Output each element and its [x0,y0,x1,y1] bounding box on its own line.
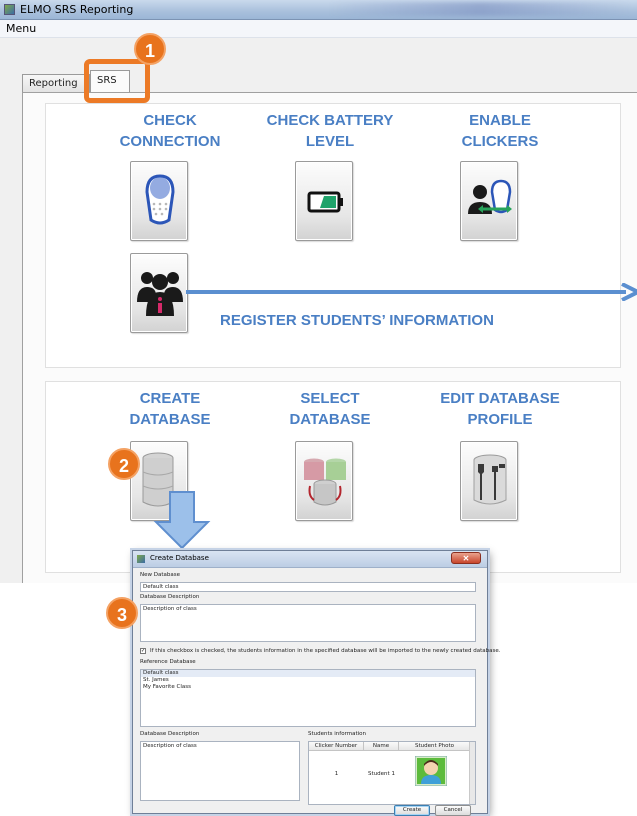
select-database-label: SELECT DATABASE [289,390,371,428]
menubar: Menu [0,20,637,38]
edit-profile-label: EDIT DATABASE PROFILE [440,390,560,428]
database-description-label: Database Description [140,594,200,600]
check-connection-button[interactable] [130,161,188,241]
database-description-field[interactable]: Description of class [140,604,476,642]
cell-clicker-number: 1 [334,771,339,777]
check-battery-button[interactable] [295,161,353,241]
reference-database-item[interactable]: Default class [141,670,475,677]
step-1-highlight [84,59,150,103]
enable-clickers-button[interactable] [460,161,518,241]
reference-database-list[interactable]: Default class St. James My Favorite Clas… [140,669,476,727]
titlebar-blur [330,2,630,16]
import-checkbox[interactable]: ✓ [140,648,146,654]
battery-icon [307,191,343,213]
dialog-app-icon [137,555,145,563]
col-name[interactable]: Name [364,742,399,751]
reference-database-label: Reference Database [140,659,196,665]
register-students-label: REGISTER STUDENTS’ INFORMATION [220,312,494,329]
reference-database-item[interactable]: My Favorite Class [141,684,475,691]
down-arrow-icon [153,491,211,550]
students-icon [137,272,183,316]
col-student-photo[interactable]: Student Photo [399,742,471,751]
tools-icon [473,454,507,505]
check-battery-label: CHECK BATTERY LEVEL [266,112,394,150]
menu-button[interactable]: Menu [6,22,36,35]
register-arrow-icon [186,283,637,301]
enable-clickers-icon [468,179,512,214]
app-icon [4,4,15,15]
create-button[interactable]: Create [394,805,430,816]
step-2-badge: 2 [108,448,140,480]
cell-student-name: Student 1 [368,771,395,777]
edit-profile-button[interactable] [460,441,518,521]
tab-reporting[interactable]: Reporting [22,74,90,92]
step-3-badge: 3 [106,597,138,629]
students-table-scrollbar[interactable] [469,742,475,804]
create-database-label: CREATE DATABASE [129,390,211,428]
enable-clickers-label: ENABLE CLICKERS [461,112,539,150]
students-info-label: Students information [308,731,367,737]
student-photo-avatar [415,756,447,786]
window-titlebar: ELMO SRS Reporting [0,0,637,20]
students-table[interactable]: Clicker Number Name Student Photo 1 Stud… [308,741,476,805]
reference-database-item[interactable]: St. James [141,677,475,684]
new-database-label: New Database [140,572,180,578]
import-checkbox-label: If this checkbox is checked, the student… [150,648,501,654]
register-students-button[interactable] [130,253,188,333]
database-select-icon [304,458,346,506]
select-database-button[interactable] [295,441,353,521]
window-title: ELMO SRS Reporting [20,3,134,16]
ref-description-label: Database Description [140,731,200,737]
check-connection-label: CHECK CONNECTION [119,112,221,150]
dialog-close-button[interactable]: ✕ [451,552,481,564]
dialog-titlebar: Create Database ✕ [133,551,487,568]
cancel-button[interactable]: Cancel [435,805,471,816]
dialog-title: Create Database [150,554,209,562]
step-1-badge: 1 [134,33,166,65]
col-clicker-number[interactable]: Clicker Number [309,742,364,751]
ref-description-field: Description of class [140,741,300,801]
new-database-field[interactable]: Default class [140,582,476,592]
clicker-icon [145,174,175,225]
